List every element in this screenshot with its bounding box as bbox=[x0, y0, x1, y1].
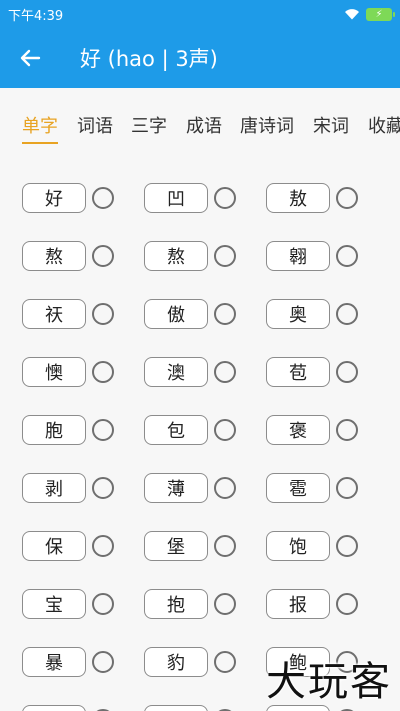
character-chip[interactable]: 爆 bbox=[144, 705, 208, 711]
character-radio[interactable] bbox=[336, 245, 358, 267]
character-radio[interactable] bbox=[214, 187, 236, 209]
character-radio[interactable] bbox=[92, 419, 114, 441]
character-chip[interactable]: 澳 bbox=[144, 357, 208, 387]
character-radio[interactable] bbox=[214, 361, 236, 383]
character-chip[interactable]: 豹 bbox=[144, 647, 208, 677]
character-radio[interactable] bbox=[214, 419, 236, 441]
character-chip[interactable]: 雹 bbox=[266, 473, 330, 503]
character-chip[interactable]: 翱 bbox=[266, 241, 330, 271]
character-radio[interactable] bbox=[214, 477, 236, 499]
character-radio[interactable] bbox=[336, 593, 358, 615]
character-radio[interactable] bbox=[92, 535, 114, 557]
character-radio[interactable] bbox=[92, 651, 114, 673]
character-chip[interactable]: 薄 bbox=[144, 473, 208, 503]
character-radio[interactable] bbox=[92, 303, 114, 325]
character-chip[interactable]: 暴 bbox=[22, 647, 86, 677]
character-radio[interactable] bbox=[336, 419, 358, 441]
character-chip[interactable]: 堡 bbox=[144, 531, 208, 561]
character-chip[interactable]: 报 bbox=[266, 589, 330, 619]
character-radio[interactable] bbox=[214, 245, 236, 267]
character-grid: 好凹敖熬熬翱祆傲奥懊澳苞胞包褒剥薄雹保堡饱宝抱报暴豹鲍爆爆爆 bbox=[0, 0, 400, 711]
character-chip[interactable]: 爆 bbox=[22, 705, 86, 711]
character-radio[interactable] bbox=[336, 303, 358, 325]
character-chip[interactable]: 凹 bbox=[144, 183, 208, 213]
character-radio[interactable] bbox=[92, 593, 114, 615]
character-radio[interactable] bbox=[92, 187, 114, 209]
character-radio[interactable] bbox=[92, 477, 114, 499]
character-radio[interactable] bbox=[336, 477, 358, 499]
character-chip[interactable]: 祆 bbox=[22, 299, 86, 329]
character-chip[interactable]: 苞 bbox=[266, 357, 330, 387]
character-chip[interactable]: 懊 bbox=[22, 357, 86, 387]
character-chip[interactable]: 熬 bbox=[22, 241, 86, 271]
watermark-logo: 大玩客 bbox=[266, 659, 392, 705]
character-radio[interactable] bbox=[214, 651, 236, 673]
character-chip[interactable]: 剥 bbox=[22, 473, 86, 503]
character-chip[interactable]: 褒 bbox=[266, 415, 330, 445]
character-chip[interactable]: 保 bbox=[22, 531, 86, 561]
character-radio[interactable] bbox=[92, 361, 114, 383]
character-radio[interactable] bbox=[336, 535, 358, 557]
character-radio[interactable] bbox=[336, 187, 358, 209]
character-radio[interactable] bbox=[214, 303, 236, 325]
character-radio[interactable] bbox=[92, 245, 114, 267]
character-chip[interactable]: 好 bbox=[22, 183, 86, 213]
character-chip[interactable]: 胞 bbox=[22, 415, 86, 445]
character-chip[interactable]: 敖 bbox=[266, 183, 330, 213]
character-chip[interactable]: 熬 bbox=[144, 241, 208, 271]
character-chip[interactable]: 包 bbox=[144, 415, 208, 445]
character-radio[interactable] bbox=[214, 535, 236, 557]
character-chip[interactable]: 饱 bbox=[266, 531, 330, 561]
character-chip[interactable]: 傲 bbox=[144, 299, 208, 329]
character-chip[interactable]: 抱 bbox=[144, 589, 208, 619]
character-chip[interactable]: 宝 bbox=[22, 589, 86, 619]
character-radio[interactable] bbox=[214, 593, 236, 615]
character-radio[interactable] bbox=[336, 361, 358, 383]
character-chip[interactable]: 奥 bbox=[266, 299, 330, 329]
